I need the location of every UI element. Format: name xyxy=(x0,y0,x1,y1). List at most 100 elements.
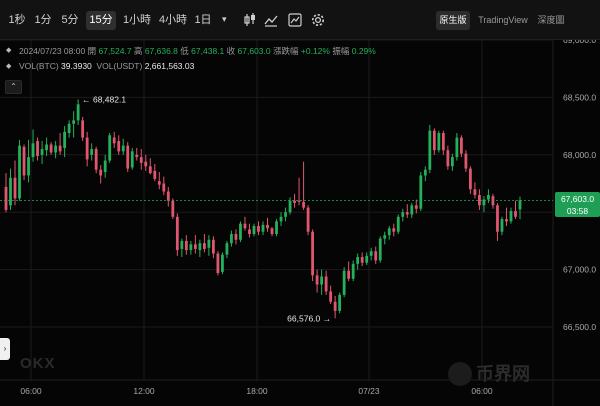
candle-body xyxy=(365,255,369,263)
candle-body xyxy=(4,186,8,210)
candle-body xyxy=(49,144,53,153)
candle-body xyxy=(248,229,251,235)
timeframe-6-button[interactable]: 1日 xyxy=(192,11,214,30)
candle-body xyxy=(514,211,517,217)
candle-body xyxy=(401,212,405,217)
candle-body xyxy=(302,201,305,208)
candle-body xyxy=(275,221,278,235)
candle-body xyxy=(252,225,256,235)
mode-native-tab[interactable]: 原生版 xyxy=(436,11,470,30)
candle-body xyxy=(450,157,454,167)
candle-body xyxy=(193,244,197,249)
candle-body xyxy=(148,166,152,174)
candle-body xyxy=(63,131,67,148)
x-tick-label: 06:00 xyxy=(471,386,493,396)
timeframe-4-button[interactable]: 1小時 xyxy=(121,11,153,30)
side-panel-toggle[interactable]: › xyxy=(0,338,10,360)
candle-body xyxy=(320,276,324,285)
low-value: 67,438.1 xyxy=(191,46,225,56)
candle-body xyxy=(419,175,423,209)
candlestick-chart[interactable]: 69,000.068,500.068,000.067,500.067,000.0… xyxy=(0,40,600,406)
volume-collapse-icon[interactable]: ◆ xyxy=(6,62,11,70)
high-value: 67,636.8 xyxy=(144,46,178,56)
candle-body xyxy=(469,168,472,190)
current-price-value: 67,603.0 xyxy=(560,194,595,204)
candle-body xyxy=(437,132,441,151)
indicator-icon[interactable] xyxy=(263,12,279,28)
candle-body xyxy=(225,243,229,255)
candle-body xyxy=(378,238,382,261)
candle-body xyxy=(58,145,62,152)
okx-watermark: OKX xyxy=(20,355,56,372)
candle-body xyxy=(117,141,121,152)
candle-body xyxy=(13,177,17,199)
chart-area[interactable]: 69,000.068,500.068,000.067,500.067,000.0… xyxy=(0,40,600,406)
candle-body xyxy=(99,169,103,176)
collapse-info-button[interactable]: ⌃ xyxy=(5,80,22,94)
timeframe-1-button[interactable]: 1分 xyxy=(32,11,54,30)
candle-body xyxy=(333,301,337,311)
candle-body xyxy=(72,120,76,124)
candle-body xyxy=(45,144,48,151)
candle-body xyxy=(293,200,296,204)
timeframe-2-button[interactable]: 5分 xyxy=(59,11,81,30)
mode-tradingview-tab[interactable]: TradingView xyxy=(474,11,532,30)
chart-mode-switch: 原生版 TradingView 深度圖 xyxy=(434,11,569,30)
change-label: 漲跌幅 xyxy=(273,46,299,56)
candle-body xyxy=(464,153,468,169)
site-watermark: 币界网 xyxy=(476,364,530,385)
candle-body xyxy=(221,254,224,272)
candle-body xyxy=(329,291,333,302)
drawing-tools-icon[interactable] xyxy=(287,12,303,28)
candle-body xyxy=(94,149,98,170)
candle-body xyxy=(509,211,513,222)
candle-body xyxy=(81,120,85,138)
candle-body xyxy=(216,253,220,274)
candle-body xyxy=(360,256,364,263)
chart-toolbar: 1秒 1分 5分 15分 1小時 4小時 1日 ▾ 原生版 TradingView 深度圖 xyxy=(0,0,600,40)
close-value: 67,603.0 xyxy=(237,46,271,56)
x-tick-label: 07/23 xyxy=(358,386,380,396)
candle-body xyxy=(130,151,134,168)
candle-body xyxy=(423,169,427,176)
candle-body xyxy=(297,200,301,202)
candle-body xyxy=(351,263,355,279)
candle-body xyxy=(383,235,387,239)
candle-body xyxy=(347,270,351,279)
candle-body xyxy=(459,137,463,154)
candle-body xyxy=(356,256,360,264)
x-tick-label: 18:00 xyxy=(246,386,268,396)
timeframe-more-icon[interactable]: ▾ xyxy=(222,14,227,25)
candle-body xyxy=(67,123,71,133)
candle-body xyxy=(198,243,202,251)
candle-body xyxy=(257,225,260,232)
timeframe-5-button[interactable]: 4小時 xyxy=(157,11,189,30)
settings-gear-icon[interactable] xyxy=(310,12,326,28)
y-tick-label: 69,000.0 xyxy=(563,40,596,45)
timeframe-0-button[interactable]: 1秒 xyxy=(6,11,28,30)
candle-body xyxy=(76,104,80,121)
candle-type-icon[interactable] xyxy=(242,12,258,28)
candle-body xyxy=(189,244,193,251)
info-collapse-icon[interactable]: ◆ xyxy=(6,46,11,54)
candle-body xyxy=(9,177,12,206)
candle-body xyxy=(90,149,94,155)
candle-body xyxy=(315,275,319,285)
close-label: 收 xyxy=(226,46,236,56)
timeframe-3-button[interactable]: 15分 xyxy=(86,11,116,30)
candle-body xyxy=(234,234,238,240)
candle-body xyxy=(85,137,89,160)
x-tick-label: 06:00 xyxy=(20,386,42,396)
candle-body xyxy=(496,205,499,232)
candle-body xyxy=(387,228,391,236)
candle-body xyxy=(184,240,188,251)
current-price-tag: 67,603.0 03:58 xyxy=(555,192,600,217)
candle-body xyxy=(121,145,125,152)
mode-depth-tab[interactable]: 深度圖 xyxy=(534,11,568,30)
candle-body xyxy=(243,223,247,229)
site-logo-icon xyxy=(448,362,472,386)
candle-body xyxy=(18,145,21,199)
candle-body xyxy=(40,149,44,155)
candle-body xyxy=(500,219,504,232)
candle-body xyxy=(54,145,57,153)
